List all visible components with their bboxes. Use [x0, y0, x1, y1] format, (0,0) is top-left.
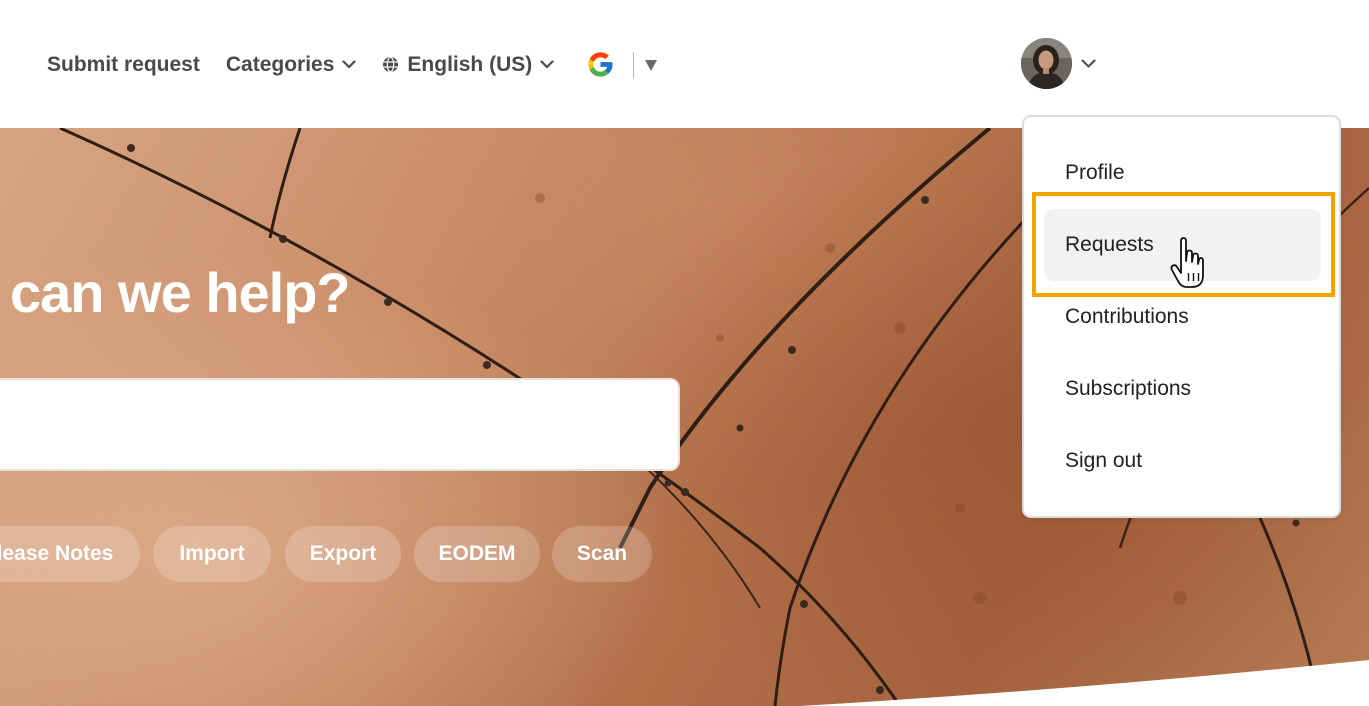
globe-icon — [383, 56, 399, 73]
triangle-down-icon — [645, 59, 658, 71]
chip-scan[interactable]: Scan — [552, 526, 652, 582]
nav-submit-request-label: Submit request — [47, 52, 200, 76]
menu-item-label: Contributions — [1065, 305, 1189, 328]
menu-item-sign-out[interactable]: Sign out — [1044, 425, 1321, 497]
chip-label: Scan — [576, 542, 628, 565]
chip-label: Export — [309, 542, 377, 565]
chevron-down-icon — [342, 60, 357, 69]
search-input[interactable] — [0, 378, 680, 471]
chip-label: Import — [179, 542, 245, 565]
chevron-down-icon — [1081, 59, 1096, 68]
avatar — [1021, 38, 1072, 89]
chip-eodem[interactable]: EODEM — [414, 526, 540, 582]
chip-export[interactable]: Export — [285, 526, 401, 582]
chip-release-notes[interactable]: lease Notes — [0, 526, 140, 582]
chevron-down-icon — [540, 60, 554, 69]
google-translate-widget[interactable] — [586, 50, 658, 79]
menu-item-label: Profile — [1065, 161, 1125, 184]
chip-import[interactable]: Import — [153, 526, 271, 582]
user-dropdown-menu: Profile Requests Contributions Subscript… — [1022, 115, 1341, 518]
chip-label: lease Notes — [0, 542, 114, 565]
nav-categories-label: Categories — [225, 52, 335, 76]
user-avatar-image — [1021, 38, 1072, 89]
nav-language-label: English (US) — [407, 52, 533, 76]
menu-item-label: Subscriptions — [1065, 377, 1192, 400]
hand-pointer-cursor-icon — [1170, 237, 1204, 288]
nav-categories[interactable]: Categories — [226, 53, 357, 77]
nav-language[interactable]: English (US) — [382, 53, 554, 77]
top-nav: Submit request Categories English (US) — [47, 50, 658, 79]
menu-item-subscriptions[interactable]: Subscriptions — [1044, 353, 1321, 425]
chip-label: EODEM — [438, 542, 516, 565]
site-header: Submit request Categories English (US) — [0, 0, 1369, 128]
user-menu-toggle[interactable] — [1021, 38, 1096, 89]
menu-item-label: Sign out — [1065, 449, 1143, 472]
nav-submit-request[interactable]: Submit request — [47, 53, 200, 77]
divider — [633, 51, 635, 78]
google-icon — [588, 52, 613, 77]
hero-headline: can we help? — [10, 261, 351, 324]
